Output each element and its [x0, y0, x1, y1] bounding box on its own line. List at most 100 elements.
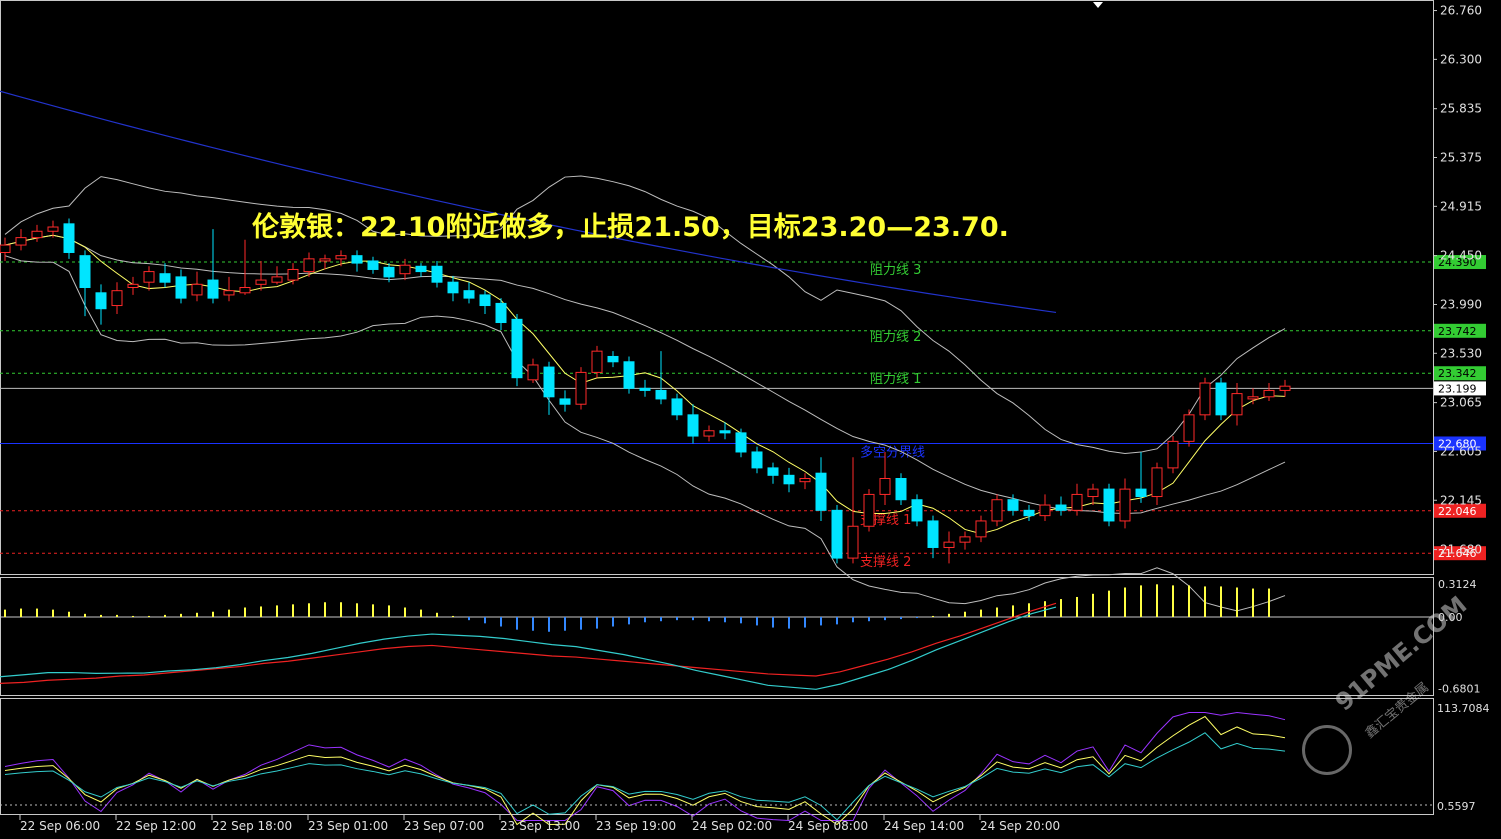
rsi-panel-frame	[0, 698, 1434, 815]
site-watermark: 91PME.COM 鑫汇宝贵金属	[1300, 591, 1490, 785]
macd-panel: 0.31240.00-0.6801	[0, 578, 1480, 696]
candle-body	[1103, 488, 1115, 522]
level-name: 阻力线 2	[870, 330, 921, 345]
price-tick-label: 21.680	[1440, 543, 1482, 557]
time-tick-label: 24 Sep 20:00	[980, 819, 1060, 833]
candle-body	[271, 276, 283, 283]
candle-body	[159, 273, 171, 283]
price-tick-label: 24.915	[1440, 199, 1482, 213]
candle-body	[543, 366, 555, 398]
level-price-label: 23.342	[1438, 367, 1477, 380]
candle-body	[831, 509, 843, 559]
level-lines: 阻力线 324.390阻力线 2 23.742阻力线 1 23.342多空分界线22…	[0, 255, 1486, 570]
rsi-mid-line	[4, 715, 1286, 826]
time-tick-label: 24 Sep 08:00	[788, 819, 868, 833]
candle-body	[1007, 499, 1019, 511]
candle-body	[399, 264, 411, 275]
time-tick-label: 23 Sep 01:00	[308, 819, 388, 833]
candle-body	[191, 283, 203, 296]
level-name: 阻力线 1	[870, 372, 921, 387]
time-tick-label: 22 Sep 06:00	[20, 819, 100, 833]
candle-body	[1231, 393, 1243, 416]
candle-body	[767, 467, 779, 476]
rsi-fast-line	[4, 711, 1286, 822]
candle-body	[431, 265, 443, 283]
candle-body	[687, 414, 699, 437]
candle-body	[127, 283, 139, 289]
candle-body	[47, 226, 59, 232]
candle-body	[207, 279, 219, 299]
candle-body	[975, 520, 987, 538]
time-tick-label: 23 Sep 07:00	[404, 819, 484, 833]
time-tick-label: 22 Sep 12:00	[116, 819, 196, 833]
price-tick-label: 25.835	[1440, 102, 1482, 116]
candle-body	[703, 430, 715, 437]
price-axis: 26.760 26.300 25.835 25.375 24.915 24.450 23.9…	[1433, 4, 1482, 557]
macd-main-line	[0, 606, 1057, 690]
watermark-logo-icon	[1302, 725, 1352, 775]
macd-tick-label: 0.3124	[1438, 578, 1477, 591]
candle-body	[1263, 389, 1275, 398]
candle-body	[351, 255, 363, 264]
macd-panel-frame	[0, 577, 1434, 696]
trade-signal-headline: 伦敦银：22.10附近做多，止损21.50，目标23.20—23.70.	[252, 212, 1009, 243]
candle-body	[1167, 440, 1179, 469]
candle-body	[447, 281, 459, 294]
candle-body	[223, 290, 235, 296]
candle-body	[671, 398, 683, 416]
price-tick-label: 23.530	[1440, 346, 1482, 360]
candle-body	[111, 290, 123, 307]
candle-body	[63, 223, 75, 253]
candle-body	[815, 472, 827, 511]
candle-body	[367, 260, 379, 270]
level-name: 支撑线 2	[860, 555, 911, 570]
candle-body	[911, 499, 923, 522]
candle-body	[591, 350, 603, 373]
candle-body	[1119, 488, 1131, 522]
price-tick-label: 23.990	[1440, 297, 1482, 311]
candle-body	[863, 493, 875, 527]
candle-body	[655, 389, 667, 400]
candle-body	[95, 292, 107, 310]
bollinger-lower-line	[4, 255, 1286, 612]
candle-body	[959, 536, 971, 543]
current-price-label: 23.199	[1438, 382, 1477, 395]
candle-body	[751, 451, 763, 469]
candle-body	[255, 279, 267, 285]
candle-body	[1087, 488, 1099, 498]
candle-body	[607, 355, 619, 363]
candle-body	[623, 361, 635, 389]
candle-body	[495, 302, 507, 324]
scroll-marker-icon[interactable]	[1093, 2, 1103, 8]
price-tick-label: 26.760	[1440, 4, 1482, 18]
time-tick-label: 24 Sep 02:00	[692, 819, 772, 833]
candle-body	[559, 398, 571, 405]
time-tick-label: 23 Sep 13:00	[500, 819, 580, 833]
candle-body	[1055, 504, 1067, 511]
time-tick-label: 22 Sep 18:00	[212, 819, 292, 833]
rsi-slow-line	[4, 732, 1286, 821]
candle-body	[1039, 504, 1051, 517]
candle-body	[943, 541, 955, 548]
candle-body	[1215, 382, 1227, 416]
candle-body	[335, 255, 347, 260]
price-tick-label: 23.065	[1440, 396, 1482, 410]
candle-body	[287, 268, 299, 281]
candle-body	[303, 258, 315, 273]
candle-body	[719, 430, 731, 434]
candle-body	[319, 258, 331, 262]
candle-body	[415, 265, 427, 273]
candle-body	[991, 499, 1003, 522]
level-name: 多空分界线	[860, 444, 925, 460]
level-price-label: 23.742	[1438, 325, 1477, 338]
candle-body	[575, 371, 587, 405]
time-tick-label: 24 Sep 14:00	[884, 819, 964, 833]
candle-body	[735, 432, 747, 453]
candle-body	[799, 478, 811, 483]
candle-body	[479, 294, 491, 307]
price-tick-label: 22.605	[1440, 444, 1482, 458]
level-name: 阻力线 3	[870, 263, 921, 278]
rsi-panel	[0, 711, 1433, 826]
moving-average-overlays	[0, 90, 1286, 612]
candle-body	[1151, 467, 1163, 498]
